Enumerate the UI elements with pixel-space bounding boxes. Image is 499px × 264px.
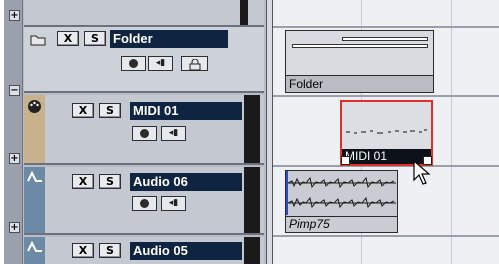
track-row-folder[interactable]: X S Folder ◂▮ bbox=[24, 27, 264, 93]
track-row-audio-06[interactable]: X S Audio 06 ◂▮ bbox=[24, 167, 264, 235]
speaker-icon: ◂▮ bbox=[168, 128, 179, 138]
record-enable-button[interactable] bbox=[132, 196, 157, 211]
track-name-field[interactable]: Audio 06 bbox=[130, 173, 242, 191]
audio-waveform bbox=[287, 173, 396, 213]
audio-waveform-icon bbox=[27, 240, 43, 255]
monitor-button[interactable]: ◂▮ bbox=[161, 126, 186, 141]
record-enable-button[interactable] bbox=[121, 56, 146, 71]
solo-button[interactable]: S bbox=[99, 174, 121, 189]
track-separator bbox=[273, 235, 499, 237]
track-row-partial bbox=[24, 0, 264, 27]
folder-event-bar bbox=[342, 37, 428, 41]
expand-toggle-top[interactable]: + bbox=[9, 10, 20, 21]
expand-audio06-toggle[interactable]: + bbox=[9, 222, 20, 233]
monitor-button[interactable]: ◂▮ bbox=[148, 56, 173, 71]
track-separator bbox=[273, 26, 499, 28]
track-name-field[interactable]: Audio 05 bbox=[130, 242, 242, 260]
mute-button[interactable]: X bbox=[72, 103, 94, 118]
track-row-audio-05[interactable]: X S Audio 05 bbox=[24, 237, 264, 264]
track-level-bar bbox=[240, 0, 248, 25]
folder-icon bbox=[30, 33, 46, 46]
track-list: + − + + X S Folder ◂▮ X S MIDI 01 ◂▮ X S… bbox=[4, 0, 266, 264]
audio-part[interactable]: Pimp75 bbox=[285, 170, 398, 233]
midi-notes-preview bbox=[346, 122, 428, 134]
audio-waveform-icon bbox=[27, 170, 43, 185]
record-enable-button[interactable] bbox=[132, 126, 157, 141]
grid-line bbox=[451, 0, 452, 264]
track-level-bar bbox=[244, 237, 260, 264]
folder-part[interactable]: Folder bbox=[285, 30, 434, 93]
mute-button[interactable]: X bbox=[72, 174, 94, 189]
collapse-folder-toggle[interactable]: − bbox=[9, 85, 20, 96]
expand-midi-toggle[interactable]: + bbox=[9, 153, 20, 164]
folder-part-preview bbox=[286, 31, 433, 76]
track-row-midi[interactable]: X S MIDI 01 ◂▮ bbox=[24, 95, 264, 165]
part-label: Folder bbox=[289, 77, 324, 91]
resize-handle-left[interactable] bbox=[341, 156, 350, 165]
track-name-field[interactable]: Folder bbox=[110, 30, 228, 48]
monitor-button[interactable]: ◂▮ bbox=[161, 196, 186, 211]
solo-button[interactable]: S bbox=[99, 243, 121, 258]
record-icon bbox=[129, 59, 138, 68]
track-level-bar bbox=[244, 95, 260, 163]
folder-event-bar bbox=[292, 44, 428, 48]
mute-button[interactable]: X bbox=[72, 243, 94, 258]
track-level-bar bbox=[244, 167, 260, 233]
speaker-icon: ◂▮ bbox=[155, 58, 166, 68]
record-icon bbox=[140, 199, 149, 208]
midi-part[interactable]: MIDI 01 bbox=[340, 100, 433, 166]
solo-button[interactable]: S bbox=[99, 103, 121, 118]
solo-button[interactable]: S bbox=[84, 31, 106, 46]
midi-icon bbox=[27, 99, 42, 114]
record-icon bbox=[140, 129, 149, 138]
mute-button[interactable]: X bbox=[57, 31, 79, 46]
speaker-icon: ◂▮ bbox=[168, 198, 179, 208]
lock-button[interactable] bbox=[181, 56, 208, 71]
lock-icon bbox=[188, 58, 202, 71]
arrange-area[interactable]: Folder MIDI 01 Pimp75 bbox=[273, 0, 499, 264]
track-name-field[interactable]: MIDI 01 bbox=[130, 102, 242, 120]
track-separator bbox=[273, 95, 499, 97]
tracklist-splitter[interactable] bbox=[266, 0, 273, 264]
part-label: Pimp75 bbox=[286, 216, 397, 231]
mouse-pointer-icon bbox=[413, 159, 431, 188]
